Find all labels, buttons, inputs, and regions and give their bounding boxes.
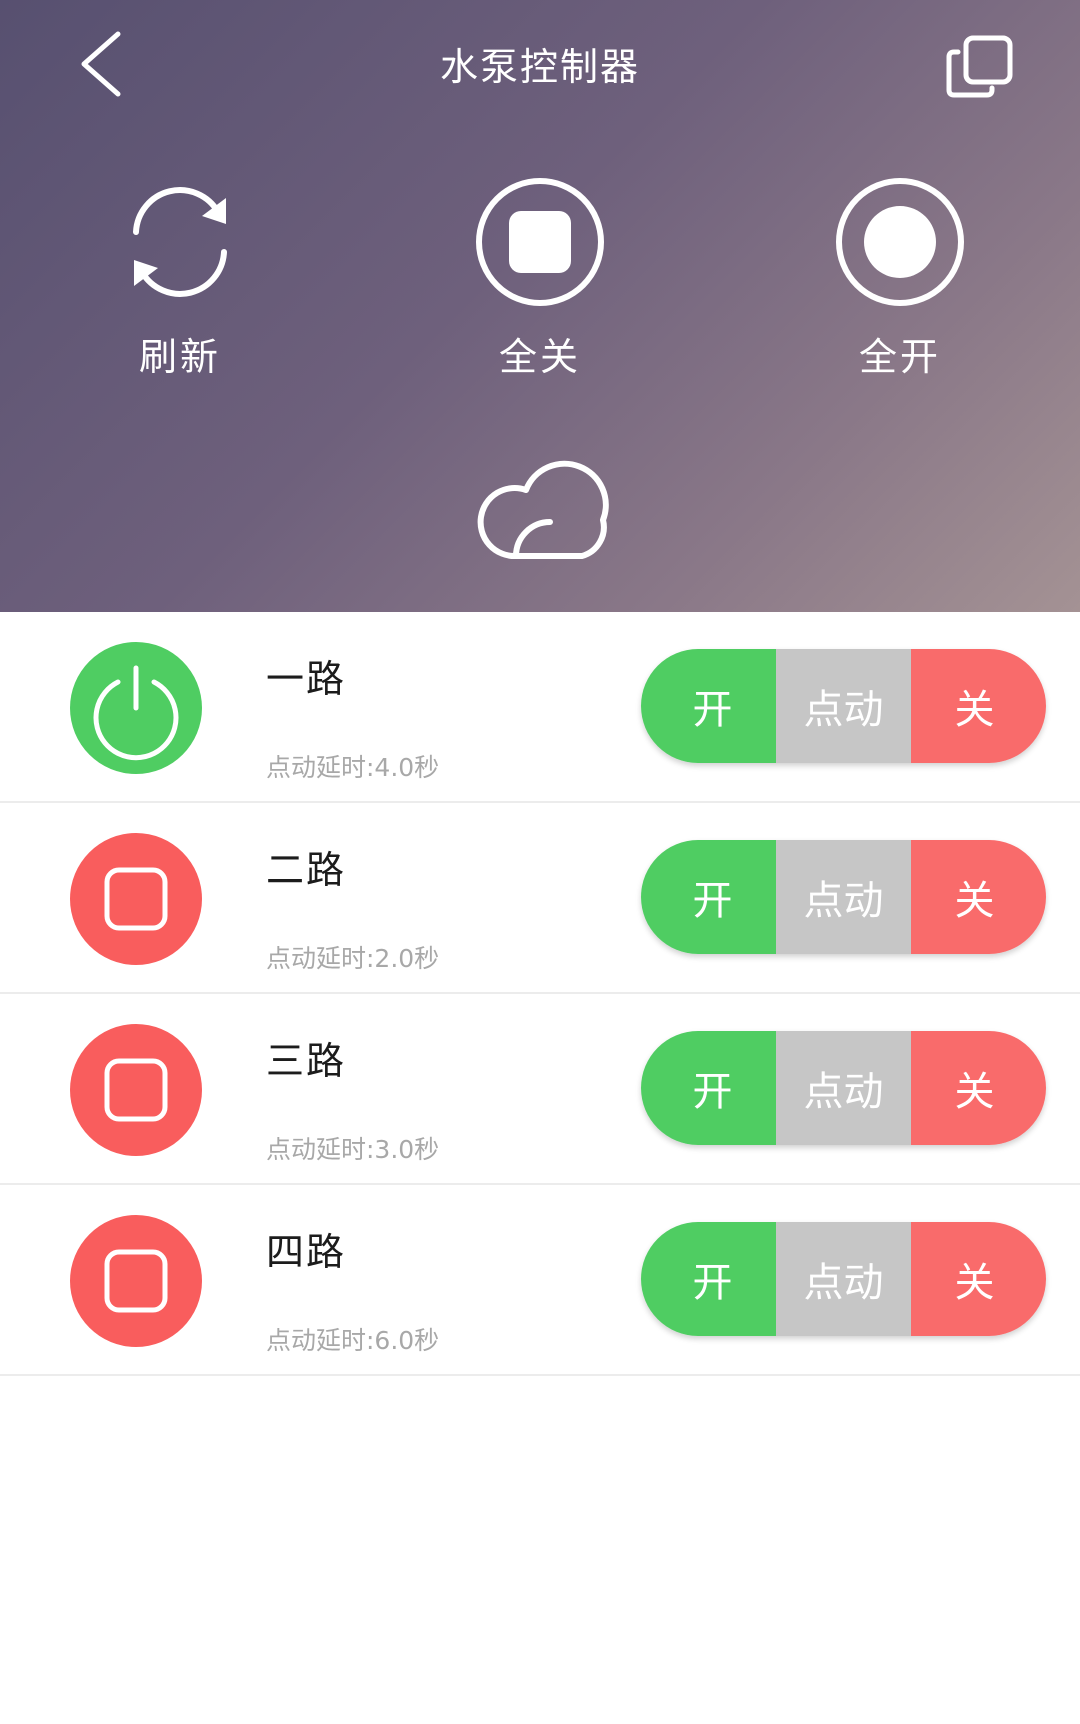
- all-on-button[interactable]: 全开: [800, 176, 1000, 386]
- jog-button[interactable]: 点动: [776, 1031, 911, 1145]
- off-button[interactable]: 关: [911, 649, 1046, 763]
- jog-button[interactable]: 点动: [776, 840, 911, 954]
- jog-delay-text: 点动延时:4.0秒: [266, 753, 440, 782]
- channel-name: 三路: [266, 1039, 347, 1083]
- status-button[interactable]: [70, 642, 202, 774]
- channel-name: 二路: [266, 848, 347, 892]
- jog-delay-text: 点动延时:2.0秒: [266, 944, 440, 973]
- stop-square-icon: [104, 867, 168, 931]
- copy-icon: [946, 35, 1013, 98]
- on-button[interactable]: 开: [641, 649, 776, 763]
- off-button[interactable]: 关: [911, 1031, 1046, 1145]
- stop-square-icon: [104, 1058, 168, 1122]
- stop-square-icon: [104, 1249, 168, 1313]
- refresh-all-button[interactable]: 刷新: [80, 176, 280, 386]
- refresh-label: 刷新: [138, 335, 221, 379]
- jog-button[interactable]: 点动: [776, 1222, 911, 1336]
- channel-name: 一路: [266, 657, 347, 701]
- cloud-button[interactable]: [464, 440, 620, 564]
- channel-list: 一路 点动延时:4.0秒 开 点动 关 二路 点动延时:2.0秒 开 点动 关 …: [0, 612, 1080, 1376]
- stop-circle-icon: [476, 178, 604, 306]
- status-button[interactable]: [70, 833, 202, 965]
- status-button[interactable]: [70, 1024, 202, 1156]
- channel-name: 四路: [266, 1230, 347, 1274]
- channel-row: 四路 点动延时:6.0秒 开 点动 关: [0, 1185, 1080, 1376]
- page-title: 水泵控制器: [439, 45, 640, 89]
- channel-control: 开 点动 关: [641, 1222, 1046, 1336]
- off-button[interactable]: 关: [911, 1222, 1046, 1336]
- channel-row: 一路 点动延时:4.0秒 开 点动 关: [0, 612, 1080, 803]
- on-button[interactable]: 开: [641, 1031, 776, 1145]
- all-off-button[interactable]: 全关: [440, 176, 640, 386]
- channel-control: 开 点动 关: [641, 840, 1046, 954]
- jog-delay-text: 点动延时:6.0秒: [266, 1326, 440, 1355]
- jog-button[interactable]: 点动: [776, 649, 911, 763]
- all-off-label: 全关: [498, 335, 581, 379]
- status-button[interactable]: [70, 1215, 202, 1347]
- on-button[interactable]: 开: [641, 1222, 776, 1336]
- channel-control: 开 点动 关: [641, 649, 1046, 763]
- record-circle-icon: [836, 178, 964, 306]
- channel-row: 三路 点动延时:3.0秒 开 点动 关: [0, 994, 1080, 1185]
- all-on-label: 全开: [858, 335, 941, 379]
- header: 水泵控制器 刷新 全关 全开: [0, 0, 1080, 612]
- on-button[interactable]: 开: [641, 840, 776, 954]
- channel-row: 二路 点动延时:2.0秒 开 点动 关: [0, 803, 1080, 994]
- refresh-icon: [133, 187, 227, 297]
- off-button[interactable]: 关: [911, 840, 1046, 954]
- jog-delay-text: 点动延时:3.0秒: [266, 1135, 440, 1164]
- power-icon: [93, 665, 179, 761]
- channel-control: 开 点动 关: [641, 1031, 1046, 1145]
- cloud-icon: [477, 460, 609, 560]
- copy-button[interactable]: [944, 34, 1016, 100]
